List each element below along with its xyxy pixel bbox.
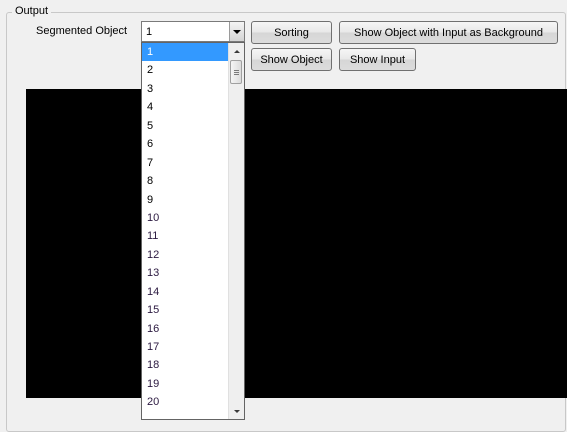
grip-icon (233, 69, 239, 75)
dropdown-item[interactable]: 17 (142, 338, 228, 356)
dropdown-item[interactable]: 5 (142, 117, 228, 135)
sorting-button[interactable]: Sorting (251, 21, 332, 44)
dropdown-item[interactable]: 6 (142, 135, 228, 153)
scroll-down-icon (233, 409, 240, 413)
dropdown-item[interactable]: 13 (142, 264, 228, 282)
scroll-up-icon (233, 49, 240, 53)
combobox-value: 1 (146, 26, 153, 38)
segmented-object-combobox[interactable]: 1 (141, 21, 245, 42)
dropdown-item[interactable]: 20 (142, 393, 228, 411)
combobox-dropdown-button[interactable] (229, 22, 244, 41)
dropdown-item[interactable]: 3 (142, 80, 228, 98)
dropdown-item[interactable]: 2 (142, 61, 228, 79)
dropdown-item[interactable]: 18 (142, 356, 228, 374)
segmented-object-dropdown-list[interactable]: 1 2 3 4 5 6 7 8 9 10 11 12 13 14 15 16 17 18 19 20 (141, 42, 245, 420)
output-group-title: Output (12, 5, 52, 18)
output-image-canvas (26, 89, 567, 398)
dropdown-item[interactable]: 1 (142, 43, 228, 62)
dropdown-item[interactable]: 8 (142, 172, 228, 190)
chevron-down-icon (233, 29, 241, 34)
scroll-up-button[interactable] (229, 43, 244, 59)
dropdown-item[interactable]: 14 (142, 283, 228, 301)
dropdown-item[interactable]: 7 (142, 154, 228, 172)
dropdown-item[interactable]: 15 (142, 301, 228, 319)
scrollbar-thumb[interactable] (230, 60, 242, 84)
show-object-button[interactable]: Show Object (251, 48, 332, 71)
show-input-button[interactable]: Show Input (339, 48, 416, 71)
dropdown-items: 1 2 3 4 5 6 7 8 9 10 11 12 13 14 15 16 17 18 19 20 (142, 43, 228, 412)
dropdown-scrollbar[interactable] (228, 43, 244, 419)
dropdown-item[interactable]: 11 (142, 227, 228, 245)
dropdown-item[interactable]: 4 (142, 98, 228, 116)
dropdown-item[interactable]: 16 (142, 320, 228, 338)
dropdown-item[interactable]: 9 (142, 191, 228, 209)
dropdown-item[interactable]: 12 (142, 246, 228, 264)
scroll-down-button[interactable] (229, 403, 244, 419)
dropdown-item[interactable]: 19 (142, 375, 228, 393)
show-object-with-background-button[interactable]: Show Object with Input as Background (339, 21, 558, 44)
segmented-object-label: Segmented Object (36, 25, 128, 37)
dropdown-item[interactable]: 10 (142, 209, 228, 227)
